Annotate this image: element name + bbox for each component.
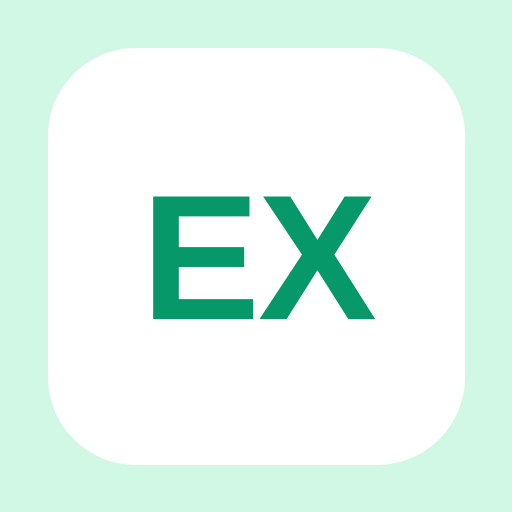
app-icon-tile[interactable]: EX [48, 48, 465, 465]
app-icon-text: EX [141, 157, 376, 357]
